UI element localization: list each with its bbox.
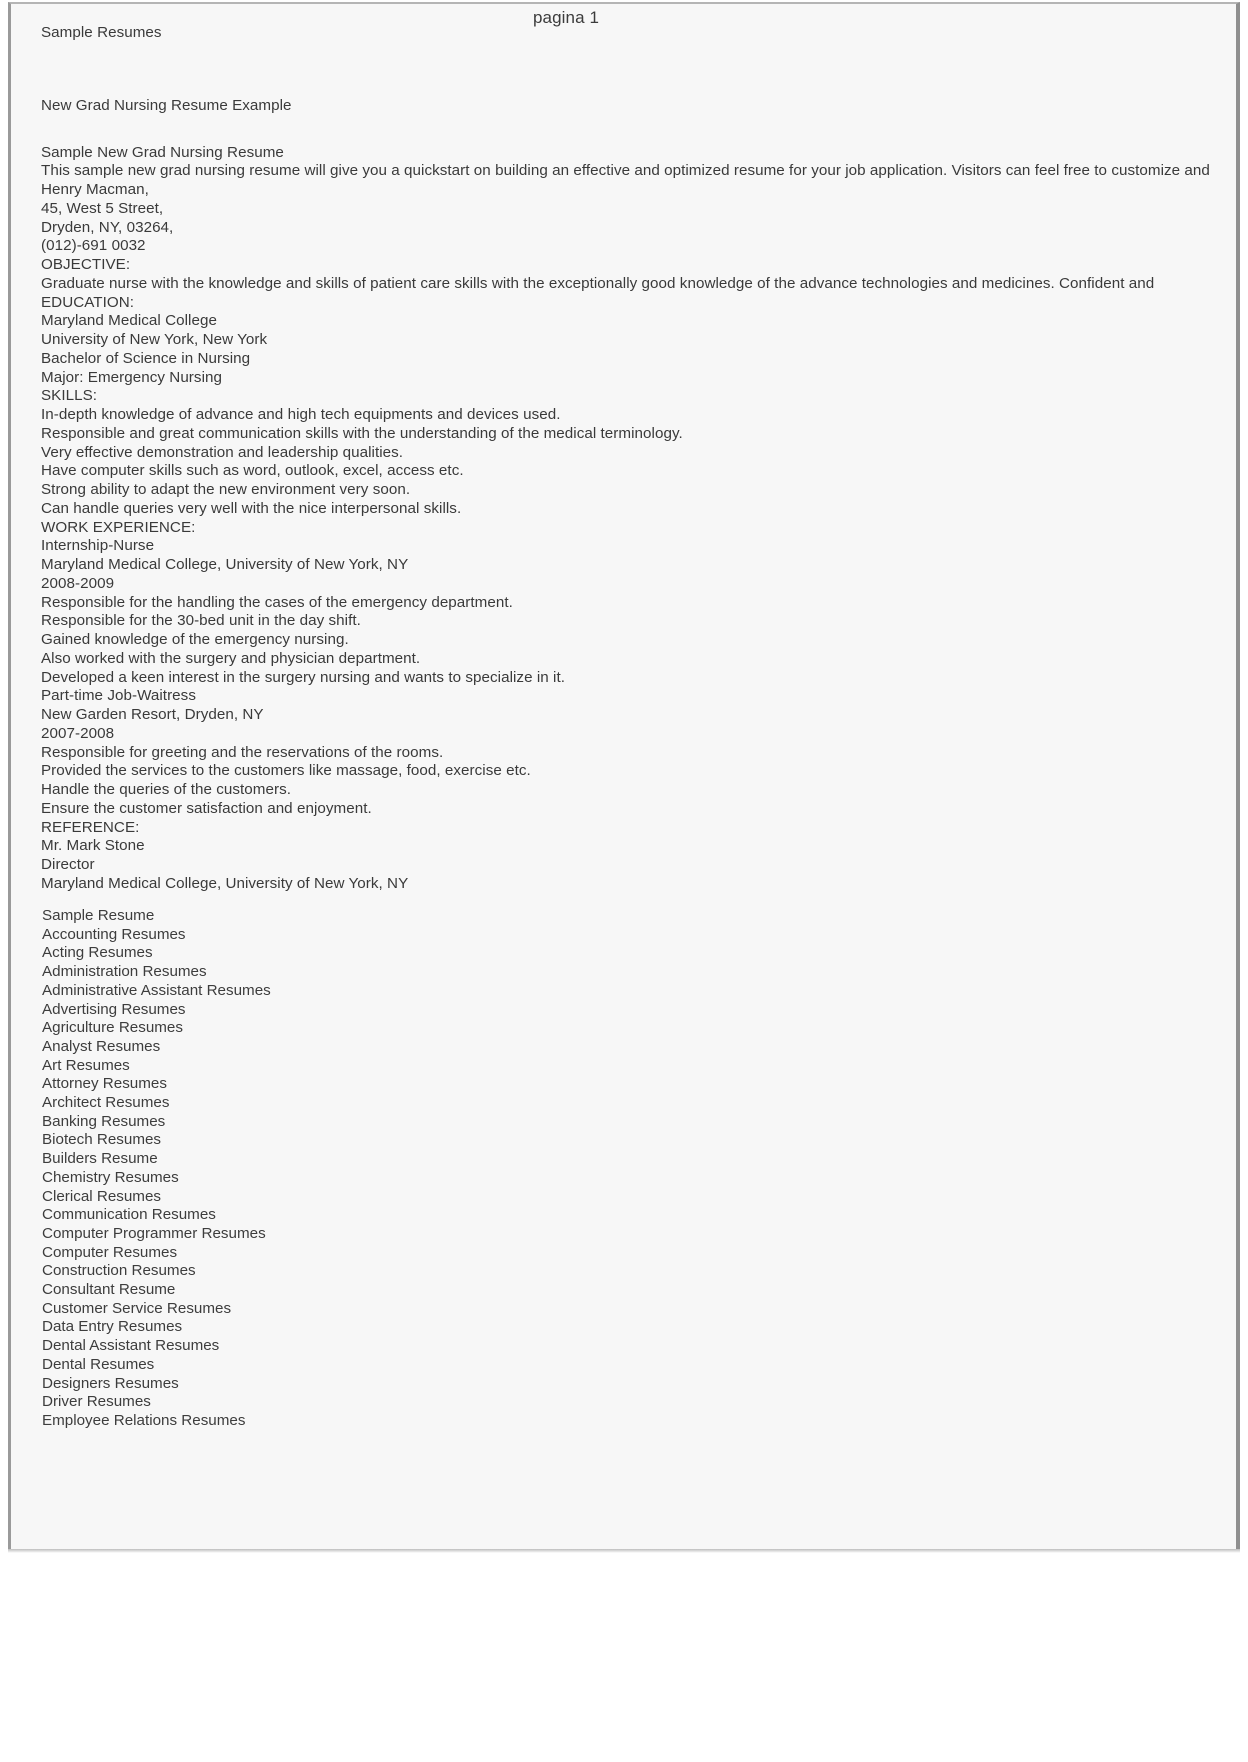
- section-heading-work-experience: WORK EXPERIENCE:: [41, 518, 196, 536]
- skills-line: Very effective demonstration and leaders…: [41, 443, 404, 461]
- reference-line: Maryland Medical College, University of …: [41, 874, 409, 892]
- list-item[interactable]: Advertising Resumes: [42, 1001, 642, 1020]
- list-item[interactable]: Biotech Resumes: [42, 1131, 642, 1150]
- list-item[interactable]: Art Resumes: [42, 1057, 642, 1076]
- list-item[interactable]: Computer Programmer Resumes: [42, 1225, 642, 1244]
- scanned-page-frame: pagina 1 Sample Resumes New Grad Nursing…: [8, 2, 1240, 1552]
- list-item[interactable]: Banking Resumes: [42, 1113, 642, 1132]
- contact-city-state-zip: Dryden, NY, 03264,: [41, 218, 174, 236]
- resume-subheading: Sample New Grad Nursing Resume: [41, 143, 284, 161]
- list-item[interactable]: Construction Resumes: [42, 1262, 642, 1281]
- list-item[interactable]: Data Entry Resumes: [42, 1318, 642, 1337]
- list-item[interactable]: Administration Resumes: [42, 963, 642, 982]
- resume-category-list: Sample Resume Accounting Resumes Acting …: [42, 907, 642, 1431]
- work-experience-line: Ensure the customer satisfaction and enj…: [41, 799, 372, 817]
- education-line: University of New York, New York: [41, 331, 268, 348]
- list-item[interactable]: Builders Resume: [42, 1150, 642, 1169]
- list-item[interactable]: Communication Resumes: [42, 1206, 642, 1225]
- work-experience-line: Developed a keen interest in the surgery…: [41, 668, 565, 686]
- site-title: Sample Resumes: [41, 24, 162, 41]
- skills-line: Responsible and great communication skil…: [41, 424, 683, 442]
- section-heading-education: EDUCATION:: [41, 293, 135, 311]
- reference-line: Director: [41, 856, 95, 873]
- list-item[interactable]: Sample Resume: [42, 907, 642, 926]
- list-item[interactable]: Acting Resumes: [42, 944, 642, 963]
- resume-document-body: Sample Resumes New Grad Nursing Resume E…: [41, 24, 1236, 894]
- section-heading-skills: SKILLS:: [41, 387, 98, 405]
- resume-heading: New Grad Nursing Resume Example: [41, 96, 292, 114]
- page-content-area: pagina 1 Sample Resumes New Grad Nursing…: [11, 4, 1236, 1549]
- list-item[interactable]: Analyst Resumes: [42, 1038, 642, 1057]
- work-experience-line: Provided the services to the customers l…: [41, 762, 531, 780]
- contact-name: Henry Macman,: [41, 181, 149, 198]
- education-line: Maryland Medical College: [41, 312, 217, 330]
- page-bottom-edge: [8, 1549, 1240, 1553]
- list-item[interactable]: Clerical Resumes: [42, 1188, 642, 1207]
- skills-line: In-depth knowledge of advance and high t…: [41, 406, 561, 423]
- work-experience-line: Internship-Nurse: [41, 537, 155, 555]
- resume-intro-paragraph: This sample new grad nursing resume will…: [41, 162, 1210, 180]
- work-experience-line: 2008-2009: [41, 574, 115, 592]
- list-item[interactable]: Dental Resumes: [42, 1356, 642, 1375]
- work-experience-line: New Garden Resort, Dryden, NY: [41, 706, 264, 723]
- skills-line: Strong ability to adapt the new environm…: [41, 481, 411, 498]
- education-line: Bachelor of Science in Nursing: [41, 349, 251, 367]
- list-item[interactable]: Architect Resumes: [42, 1094, 642, 1113]
- list-item[interactable]: Attorney Resumes: [42, 1075, 642, 1094]
- objective-text: Graduate nurse with the knowledge and sk…: [41, 274, 1155, 292]
- list-item[interactable]: Customer Service Resumes: [42, 1300, 642, 1319]
- work-experience-line: Gained knowledge of the emergency nursin…: [41, 631, 349, 648]
- list-item[interactable]: Designers Resumes: [42, 1375, 642, 1394]
- work-experience-line: 2007-2008: [41, 724, 115, 742]
- work-experience-line: Part-time Job-Waitress: [41, 687, 196, 705]
- work-experience-line: Maryland Medical College, University of …: [41, 556, 409, 573]
- skills-line: Can handle queries very well with the ni…: [41, 499, 462, 517]
- list-item[interactable]: Employee Relations Resumes: [42, 1412, 642, 1431]
- work-experience-line: Also worked with the surgery and physici…: [41, 649, 421, 667]
- work-experience-line: Responsible for the 30-bed unit in the d…: [41, 612, 361, 630]
- skills-line: Have computer skills such as word, outlo…: [41, 462, 464, 480]
- list-item[interactable]: Accounting Resumes: [42, 926, 642, 945]
- list-item[interactable]: Driver Resumes: [42, 1393, 642, 1412]
- work-experience-line: Handle the queries of the customers.: [41, 781, 291, 798]
- list-item[interactable]: Computer Resumes: [42, 1244, 642, 1263]
- contact-street: 45, West 5 Street,: [41, 199, 164, 217]
- list-item[interactable]: Administrative Assistant Resumes: [42, 982, 642, 1001]
- education-line: Major: Emergency Nursing: [41, 368, 222, 386]
- list-item[interactable]: Dental Assistant Resumes: [42, 1337, 642, 1356]
- list-item[interactable]: Chemistry Resumes: [42, 1169, 642, 1188]
- work-experience-line: Responsible for the handling the cases o…: [41, 593, 513, 611]
- work-experience-line: Responsible for greeting and the reserva…: [41, 743, 444, 761]
- list-item[interactable]: Agriculture Resumes: [42, 1019, 642, 1038]
- list-item[interactable]: Consultant Resume: [42, 1281, 642, 1300]
- contact-phone: (012)-691 0032: [41, 237, 146, 255]
- reference-line: Mr. Mark Stone: [41, 837, 145, 855]
- section-heading-objective: OBJECTIVE:: [41, 256, 131, 273]
- section-heading-reference: REFERENCE:: [41, 818, 140, 836]
